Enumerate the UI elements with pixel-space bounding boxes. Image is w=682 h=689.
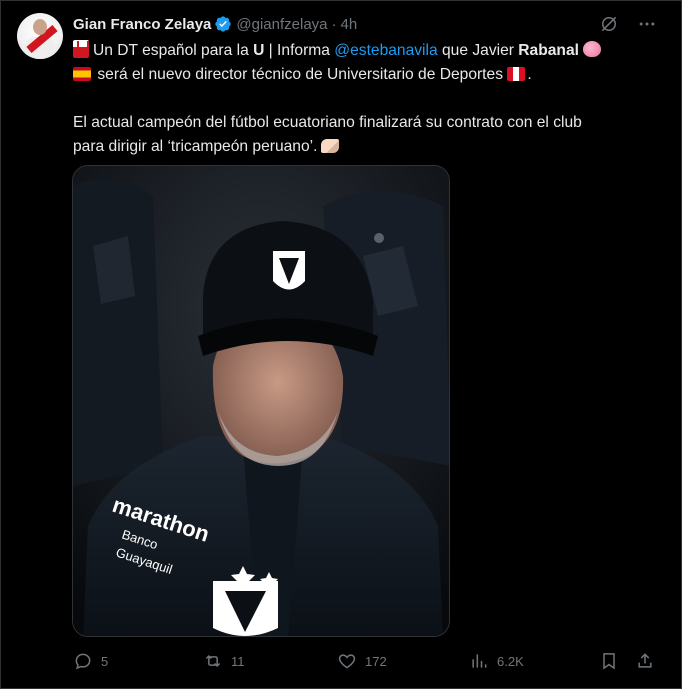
separator-dot: · — [331, 15, 337, 33]
more-options-icon[interactable] — [637, 14, 657, 34]
verified-badge-icon — [214, 15, 232, 33]
bookmark-button[interactable] — [599, 649, 619, 673]
tweet-text-segment: | Informa — [264, 42, 335, 59]
tweet-card[interactable]: Gian Franco Zelaya @gianfzelaya · 4h Un … — [0, 0, 682, 689]
tweet-text-segment: Un DT español para la — [93, 42, 254, 59]
top-actions — [599, 13, 657, 35]
universitario-badge-icon — [73, 40, 89, 58]
like-count: 172 — [365, 653, 387, 669]
spain-flag-icon — [73, 67, 91, 81]
reply-count: 5 — [101, 653, 109, 669]
views-icon — [472, 654, 487, 668]
handle[interactable]: @gianfzelaya — [236, 16, 327, 33]
share-icon — [638, 653, 652, 668]
mention-link[interactable]: @estebanavila — [334, 42, 437, 59]
views-button[interactable]: 6.2K — [469, 649, 524, 673]
repost-count: 11 — [231, 653, 245, 669]
display-name[interactable]: Gian Franco Zelaya — [73, 16, 211, 33]
tweet-text-bold-name: Rabanal — [518, 42, 579, 59]
tweet-text-segment: para dirigir al ‘tricampeón peruano’. — [73, 138, 318, 155]
tweet-actions: 5 11 172 6.2K — [73, 649, 661, 673]
reply-button[interactable]: 5 — [73, 649, 108, 673]
avatar-head — [33, 19, 47, 35]
like-button[interactable]: 172 — [337, 649, 387, 673]
photo-illustration: marathon Banco Guayaquil — [73, 166, 449, 636]
tweet-text-bold-u: U — [253, 42, 265, 59]
writing-hand-emoji-icon — [321, 139, 340, 153]
tweet-text-segment: será el nuevo director técnico de Univer… — [97, 66, 503, 83]
heart-icon — [338, 654, 356, 669]
tweet-text: Un DT español para la U | Informa @esteb… — [73, 39, 669, 159]
tweet-text-segment: . — [527, 66, 532, 83]
tweet-line-3: El actual campeón del fútbol ecuatoriano… — [73, 114, 582, 131]
tweet-line-4: para dirigir al ‘tricampeón peruano’. — [73, 135, 669, 159]
timestamp[interactable]: 4h — [341, 16, 358, 33]
reply-icon — [75, 653, 91, 670]
tweet-header: Gian Franco Zelaya @gianfzelaya · 4h — [73, 13, 357, 35]
tweet-text-segment: que Javier — [437, 42, 519, 59]
tweet-photo[interactable]: marathon Banco Guayaquil — [72, 165, 450, 637]
repost-icon — [205, 654, 221, 668]
tweet-line-1: Un DT español para la U | Informa @esteb… — [73, 39, 669, 63]
avatar[interactable] — [17, 13, 63, 59]
share-button[interactable] — [635, 649, 655, 673]
grok-icon[interactable] — [599, 14, 619, 34]
views-count: 6.2K — [497, 653, 524, 669]
brain-emoji-icon — [582, 41, 601, 57]
repost-button[interactable]: 11 — [203, 649, 245, 673]
tweet-line-2: será el nuevo director técnico de Univer… — [73, 63, 669, 87]
bookmark-icon — [603, 653, 615, 670]
seat-left — [73, 178, 163, 486]
peru-flag-icon — [507, 67, 526, 81]
